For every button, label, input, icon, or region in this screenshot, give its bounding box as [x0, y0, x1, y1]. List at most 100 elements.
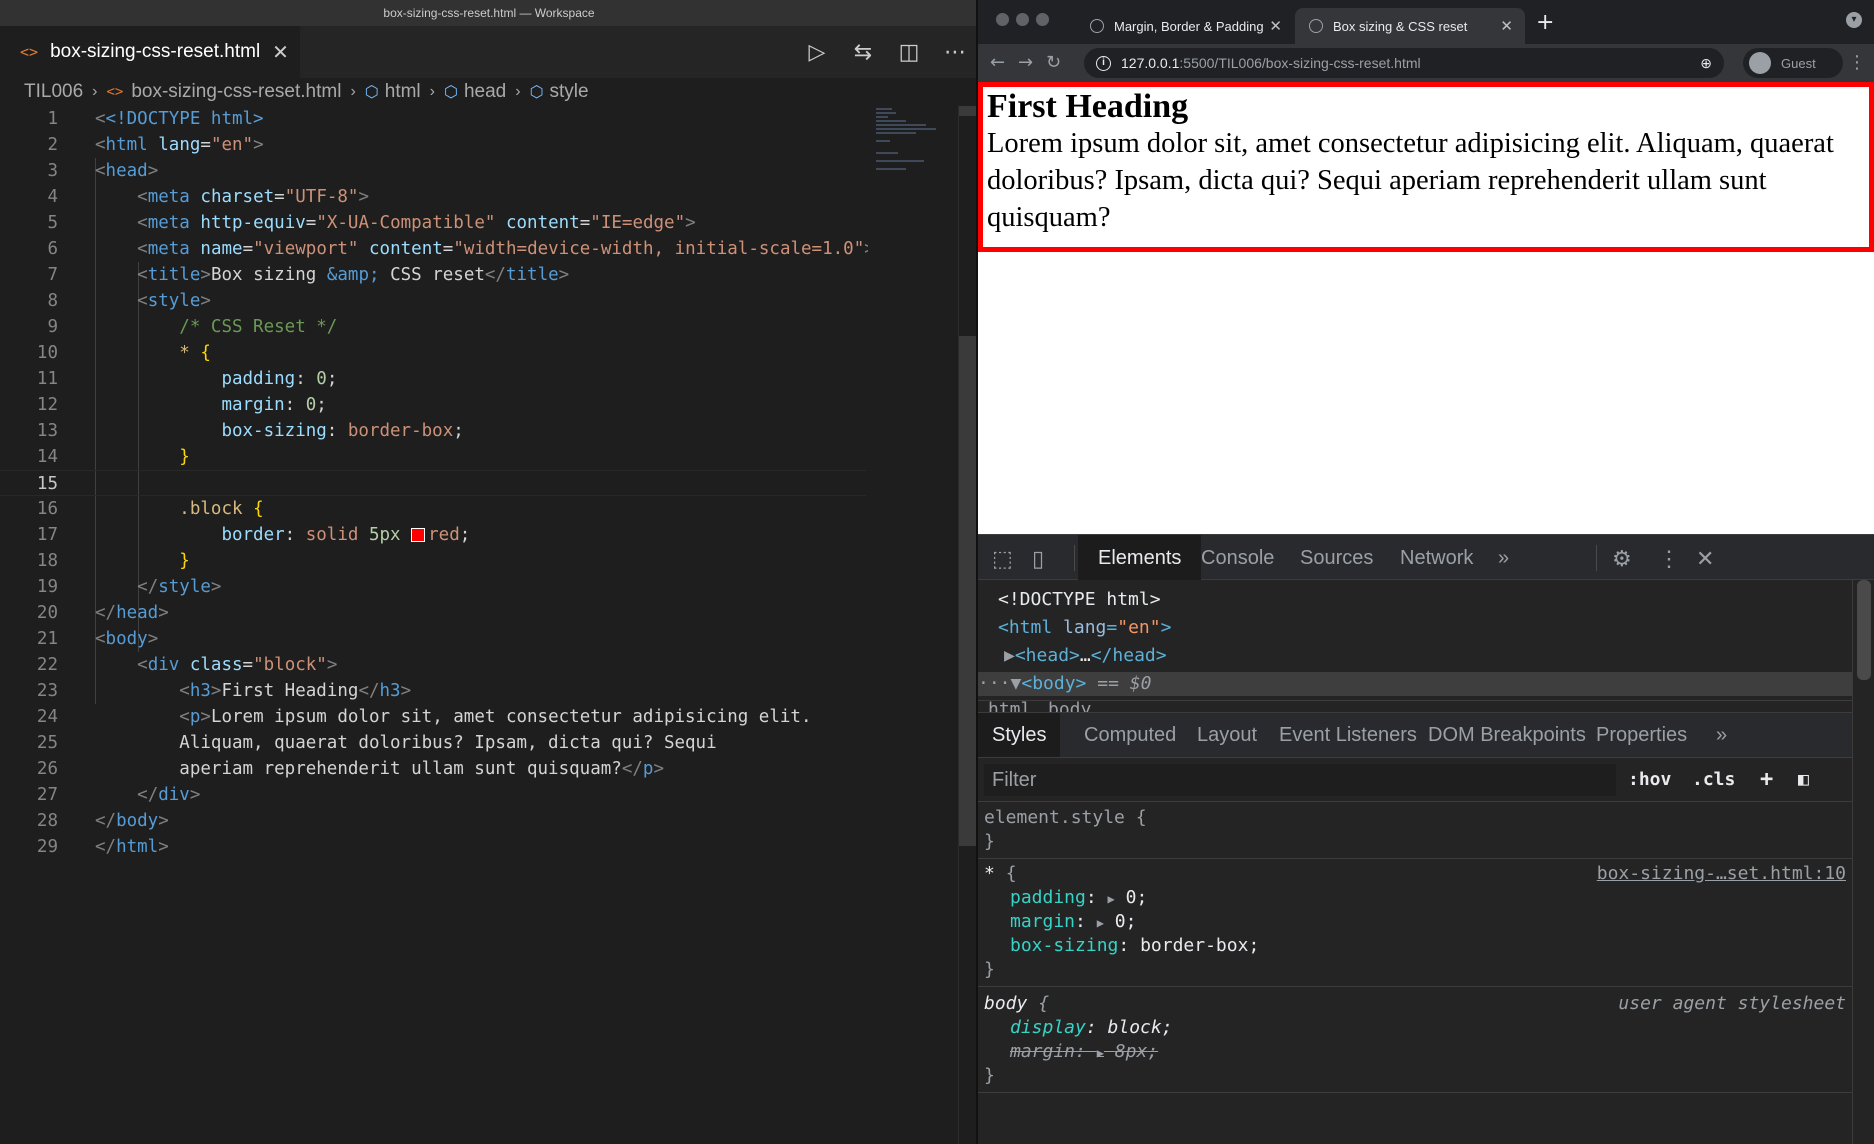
code-line: 6 <meta name="viewport" content="width=d…: [47, 239, 874, 259]
tab-console[interactable]: Console: [1181, 535, 1294, 581]
run-icon[interactable]: ▷: [794, 26, 840, 78]
tab-properties[interactable]: Properties: [1582, 713, 1701, 757]
new-tab-icon[interactable]: +: [1536, 10, 1554, 35]
browser-tab-active[interactable]: Box sizing & CSS reset ✕: [1295, 8, 1525, 44]
code-line: 2 <html lang="en">: [47, 135, 264, 155]
profile-button[interactable]: Guest: [1743, 48, 1843, 78]
window-close-dot[interactable]: [996, 13, 1009, 26]
breadcrumb-item-html[interactable]: html: [385, 81, 421, 103]
tab-styles[interactable]: Styles: [978, 713, 1061, 757]
color-swatch[interactable]: [411, 528, 426, 542]
editor-tab-label: box-sizing-css-reset.html: [50, 41, 261, 62]
minimap[interactable]: [868, 106, 958, 1144]
code-line: 19 </style>: [36, 577, 222, 597]
code-line: 5 <meta http-equiv="X-UA-Compatible" con…: [47, 213, 696, 233]
tab-sources[interactable]: Sources: [1280, 535, 1393, 581]
compare-changes-icon[interactable]: ⇆: [840, 26, 886, 78]
close-icon[interactable]: ✕: [1269, 17, 1282, 35]
browser-tab-label: Margin, Border & Padding: [1114, 18, 1264, 34]
code-line: 21 <body>: [36, 629, 159, 649]
zoom-icon[interactable]: ⊕: [1700, 55, 1712, 72]
class-toggle-button[interactable]: .cls: [1692, 764, 1735, 796]
page-viewport: First Heading Lorem ipsum dolor sit, ame…: [978, 82, 1874, 534]
rule-close-brace: }: [984, 959, 995, 980]
styles-filter-input[interactable]: Filter: [984, 764, 1616, 796]
breadcrumb-item-file[interactable]: box-sizing-css-reset.html: [131, 81, 341, 103]
dom-node-doctype[interactable]: <!DOCTYPE html>: [998, 588, 1872, 612]
rule-close-brace: }: [984, 1065, 995, 1086]
rule-source-link[interactable]: box-sizing-…set.html:10: [1597, 862, 1846, 886]
browser-tab-label: Box sizing & CSS reset: [1333, 18, 1468, 34]
chevron-right-icon: ›: [350, 83, 356, 100]
address-bar[interactable]: i 127.0.0.1:5500/TIL006/box-sizing-css-r…: [1084, 48, 1724, 78]
dom-node-head[interactable]: ▶<head>…</head>: [1004, 644, 1874, 668]
split-editor-icon[interactable]: ◫: [886, 26, 932, 78]
breadcrumb-item-head[interactable]: head: [464, 81, 506, 103]
close-devtools-icon[interactable]: ✕: [1696, 546, 1714, 572]
code-line: 24 <p>Lorem ipsum dolor sit, amet consec…: [36, 707, 812, 727]
settings-gear-icon[interactable]: ⚙: [1612, 546, 1632, 572]
dom-tree[interactable]: <!DOCTYPE html> <html lang="en"> ▶<head>…: [978, 580, 1852, 700]
tab-layout[interactable]: Layout: [1183, 713, 1271, 757]
tab-computed[interactable]: Computed: [1070, 713, 1190, 757]
close-icon[interactable]: ✕: [272, 40, 289, 65]
crumb-body[interactable]: body: [1048, 701, 1091, 712]
url-path: :5500/TIL006/box-sizing-css-reset.html: [1179, 55, 1421, 71]
more-tabs-icon[interactable]: »: [1702, 713, 1741, 757]
window-minimize-dot[interactable]: [1016, 13, 1029, 26]
new-rule-icon[interactable]: +: [1760, 764, 1773, 796]
dom-node-html[interactable]: <html lang="en">: [998, 616, 1872, 640]
tab-network[interactable]: Network: [1380, 535, 1493, 581]
editor-actions: ▷ ⇆ ◫ ⋯: [794, 26, 978, 78]
element-style-rule[interactable]: element.style {: [984, 806, 1147, 830]
rule-selector[interactable]: body {: [984, 992, 1049, 1016]
close-icon[interactable]: ✕: [1500, 17, 1513, 35]
browser-tab[interactable]: Margin, Border & Padding ✕: [1076, 8, 1294, 44]
code-line: 17 border: solid 5px red;: [36, 525, 471, 545]
style-declaration[interactable]: margin: ▶ 0;: [1010, 910, 1136, 934]
tab-dom-breakpoints[interactable]: DOM Breakpoints: [1414, 713, 1600, 757]
code-editor[interactable]: 1 <<!DOCTYPE html> 2 <html lang="en"> 3 <he…: [0, 106, 875, 1144]
crumb-html[interactable]: html: [988, 701, 1031, 712]
url-host: 127.0.0.1: [1121, 55, 1180, 71]
styles-pane[interactable]: element.style { } * { box-sizing-…set.ht…: [978, 802, 1852, 1144]
site-info-icon[interactable]: i: [1096, 55, 1111, 71]
profile-label: Guest: [1781, 55, 1816, 71]
editor-tab[interactable]: <> box-sizing-css-reset.html ✕: [0, 26, 300, 78]
code-line: 10 * {: [36, 343, 211, 363]
chrome-menu-icon[interactable]: ⋮: [1848, 52, 1866, 73]
style-declaration[interactable]: box-sizing: border-box;: [1010, 934, 1259, 958]
devtools-scrollbar[interactable]: [1852, 580, 1874, 1144]
style-declaration[interactable]: padding: ▶ 0;: [1010, 886, 1147, 910]
editor-scrollbar[interactable]: [958, 106, 979, 1144]
rule-selector[interactable]: * {: [984, 862, 1017, 886]
breadcrumb-item-folder[interactable]: TIL006: [24, 81, 83, 103]
code-line: 11 padding: 0;: [36, 369, 338, 389]
symbol-cube-icon: ⬡: [529, 84, 544, 101]
code-line: 18 }: [36, 551, 190, 571]
chevron-right-icon: ›: [515, 83, 521, 100]
tab-strip: Margin, Border & Padding ✕ Box sizing & …: [978, 0, 1874, 44]
chevron-right-icon: ›: [92, 83, 98, 100]
hover-state-button[interactable]: :hov: [1628, 764, 1671, 796]
browser-toolbar: ← → ↻ i 127.0.0.1:5500/TIL006/box-sizing…: [978, 44, 1874, 82]
dom-node-body[interactable]: ···▼<body> == $0: [978, 672, 1852, 696]
back-icon[interactable]: ←: [990, 52, 1005, 73]
devtools-toolbar: ⬚ ▯ Elements Console Sources Network » ⚙…: [978, 534, 1874, 581]
breadcrumb-item-style[interactable]: style: [550, 81, 589, 103]
globe-icon: [1090, 19, 1104, 33]
more-tabs-icon[interactable]: »: [1478, 535, 1529, 581]
page-heading: First Heading: [987, 88, 1189, 125]
tab-event-listeners[interactable]: Event Listeners: [1265, 713, 1431, 757]
scrollbar-thumb[interactable]: [1857, 580, 1871, 680]
more-actions-icon[interactable]: ⋯: [932, 26, 978, 78]
inspect-element-icon[interactable]: ⬚: [992, 546, 1013, 572]
toggle-sidebar-icon[interactable]: ◧: [1798, 764, 1809, 796]
device-toolbar-icon[interactable]: ▯: [1032, 546, 1044, 572]
forward-icon[interactable]: →: [1018, 52, 1033, 73]
tab-search-icon[interactable]: ▾: [1846, 12, 1862, 28]
window-zoom-dot[interactable]: [1036, 13, 1049, 26]
more-options-icon[interactable]: ⋮: [1658, 546, 1680, 572]
code-line: 20 </head>: [36, 603, 169, 623]
reload-icon[interactable]: ↻: [1046, 52, 1061, 73]
